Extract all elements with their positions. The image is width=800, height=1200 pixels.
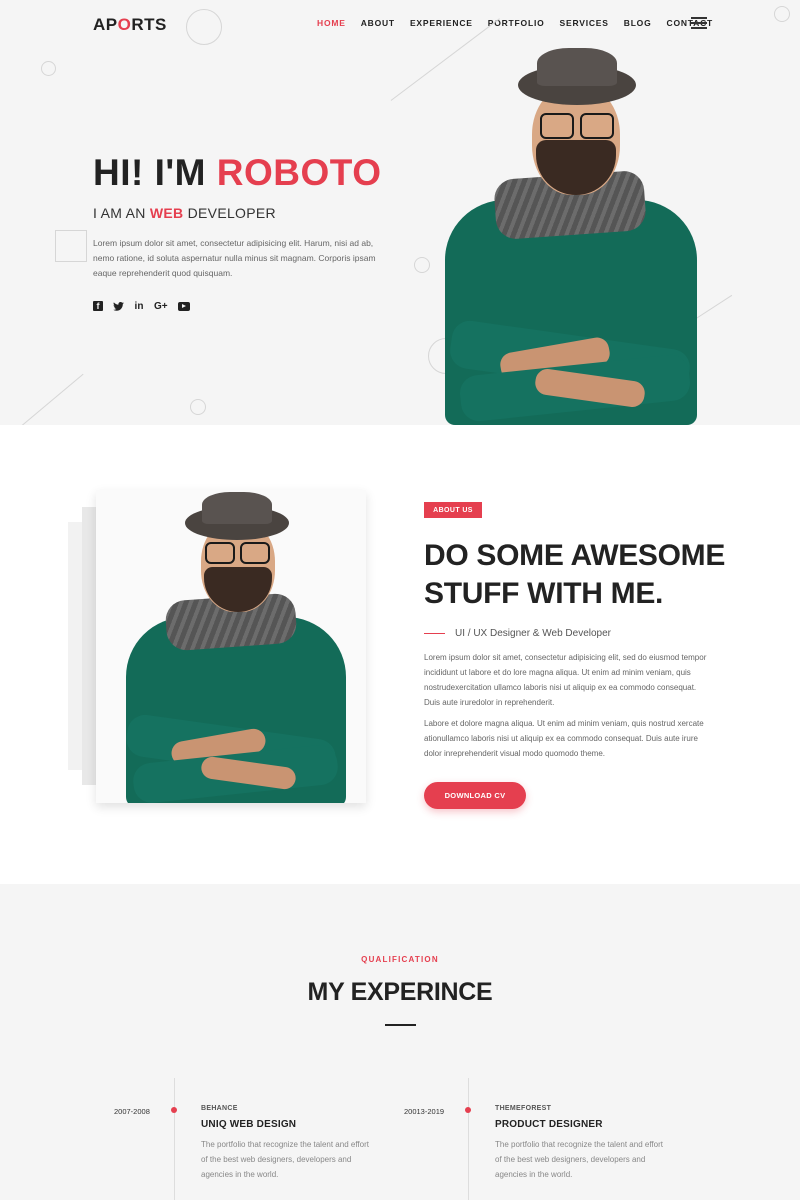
nav-blog[interactable]: BLOG bbox=[624, 18, 652, 28]
decorative-circle bbox=[414, 257, 430, 273]
youtube-icon[interactable] bbox=[177, 301, 190, 311]
title-underline bbox=[385, 1024, 416, 1026]
nav-home[interactable]: HOME bbox=[317, 18, 346, 28]
decorative-circle bbox=[41, 61, 56, 76]
timeline-role: UNIQ WEB DESIGN bbox=[201, 1119, 297, 1130]
hero-subtitle: I AM AN WEB DEVELOPER bbox=[93, 205, 276, 221]
timeline-description: The portfolio that recognize the talent … bbox=[495, 1140, 663, 1179]
hero-section: APORTS HOME ABOUT EXPERIENCE PORTFOLIO S… bbox=[0, 0, 800, 425]
accent-dash bbox=[424, 632, 445, 635]
hero-title-prefix: HI! I'M bbox=[93, 152, 217, 193]
about-role: UI / UX Designer & Web Developer bbox=[424, 628, 611, 639]
facebook-icon[interactable]: f bbox=[93, 301, 103, 311]
hero-subtitle-accent: WEB bbox=[149, 205, 184, 221]
hero-person-image bbox=[440, 45, 710, 425]
nav-about[interactable]: ABOUT bbox=[361, 18, 395, 28]
timeline-dot bbox=[171, 1107, 177, 1113]
hero-description: Lorem ipsum dolor sit amet, consectetur … bbox=[93, 238, 376, 278]
timeline-line bbox=[468, 1078, 469, 1200]
about-paragraph: Lorem ipsum dolor sit amet, consectetur … bbox=[424, 653, 707, 707]
twitter-icon[interactable] bbox=[113, 300, 124, 312]
main-nav: HOME ABOUT EXPERIENCE PORTFOLIO SERVICES… bbox=[317, 18, 728, 28]
about-paragraph: Labore et dolore magna aliqua. Ut enim a… bbox=[424, 719, 704, 758]
about-section: ABOUT US DO SOME AWESOME STUFF WITH ME. … bbox=[0, 425, 800, 884]
about-heading: DO SOME AWESOME STUFF WITH ME. bbox=[424, 539, 726, 610]
experience-section: QUALIFICATION MY EXPERINCE 2007-2008 BEH… bbox=[0, 884, 800, 1200]
decorative-circle bbox=[190, 399, 206, 415]
about-tag-badge: ABOUT US bbox=[424, 502, 482, 518]
timeline-years: 2007-2008 bbox=[114, 1107, 150, 1116]
hero-subtitle-suffix: DEVELOPER bbox=[183, 205, 276, 221]
hamburger-menu-icon[interactable] bbox=[691, 17, 707, 29]
decorative-line bbox=[21, 373, 84, 425]
timeline-company: BEHANCE bbox=[201, 1105, 238, 1112]
decorative-backdrop bbox=[82, 507, 96, 785]
section-kicker: QUALIFICATION bbox=[361, 955, 439, 964]
decorative-circle bbox=[774, 6, 790, 22]
download-cv-button[interactable]: DOWNLOAD CV bbox=[424, 782, 526, 809]
hero-subtitle-prefix: I AM AN bbox=[93, 205, 150, 221]
logo-text-prefix: AP bbox=[93, 15, 118, 34]
timeline-line bbox=[174, 1078, 175, 1200]
timeline-role: PRODUCT DESIGNER bbox=[495, 1119, 603, 1130]
hero-title-name: ROBOTO bbox=[216, 152, 382, 193]
timeline-dot bbox=[465, 1107, 471, 1113]
nav-services[interactable]: SERVICES bbox=[560, 18, 609, 28]
about-person-image bbox=[121, 492, 361, 803]
timeline-years: 20013-2019 bbox=[404, 1107, 445, 1116]
about-role-text: UI / UX Designer & Web Developer bbox=[455, 628, 611, 639]
about-photo bbox=[96, 490, 366, 803]
logo-text-accent: O bbox=[117, 15, 132, 34]
decorative-square bbox=[55, 230, 87, 262]
google-plus-icon[interactable]: G+ bbox=[154, 300, 168, 312]
timeline-description: The portfolio that recognize the talent … bbox=[201, 1140, 369, 1179]
section-title: MY EXPERINCE bbox=[307, 978, 493, 1006]
decorative-circle bbox=[186, 9, 222, 45]
linkedin-icon[interactable]: in bbox=[134, 300, 144, 312]
logo-text-suffix: RTS bbox=[131, 15, 167, 34]
nav-experience[interactable]: EXPERIENCE bbox=[410, 18, 473, 28]
timeline-company: THEMEFOREST bbox=[495, 1105, 552, 1112]
logo[interactable]: APORTS bbox=[93, 15, 167, 35]
social-links: f in G+ bbox=[93, 300, 190, 312]
hero-title: HI! I'M ROBOTO bbox=[93, 152, 382, 194]
